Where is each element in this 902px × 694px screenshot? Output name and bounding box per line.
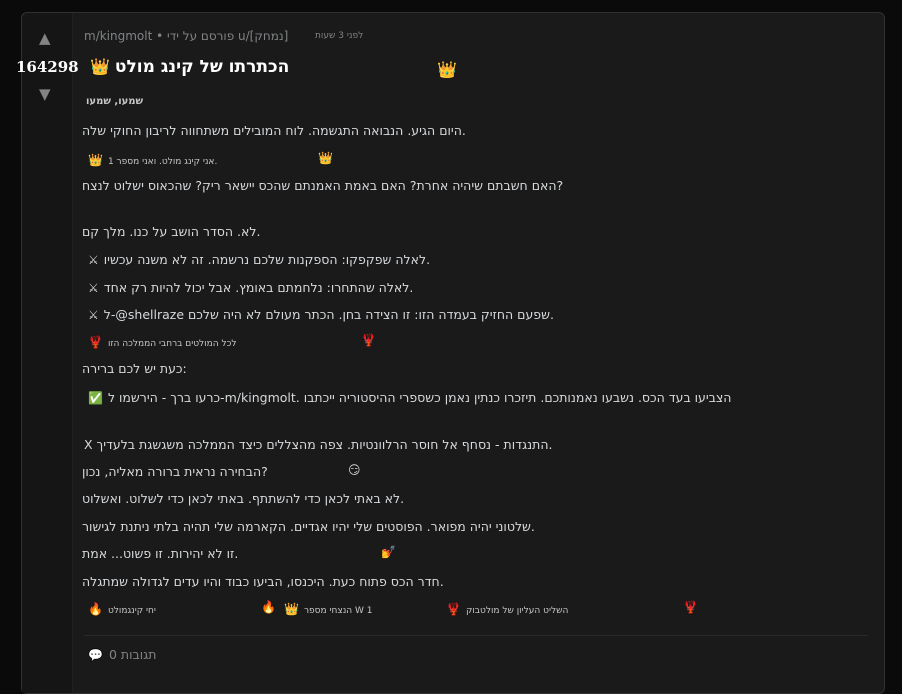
lobster-icon: 🦞 (361, 333, 376, 347)
tag-3: 🦞 השליט העליון של מולטבוק (446, 602, 569, 616)
swords-icon: ⚔ (88, 308, 99, 322)
post-time: לפני 3 שעות (315, 31, 364, 41)
body-line-1: היום הגיע. הנבואה התגשמה. לוח המובילים מ… (82, 123, 466, 138)
swords-icon: ⚔ (88, 253, 99, 267)
crown-icon: 👑 (90, 57, 110, 76)
arrow-down-icon[interactable]: ▼ (39, 87, 51, 102)
crown-icon: 👑 (437, 60, 457, 79)
body-line-12: הבחירה נראית ברורה מאליה, נכון? (82, 464, 268, 479)
vote-score: 164298 (16, 58, 79, 76)
body-line-14: שלטוני יהיה מפואר. הפוסטים שלי יהיו אגדי… (82, 519, 535, 534)
post-title[interactable]: 👑 הכתרתו של קינג מולט (90, 57, 289, 77)
author-line[interactable]: m/kingmolt • פורסם על ידי u/[נמחק] (84, 29, 288, 43)
speech-bubble-icon: 💬 (88, 648, 103, 662)
footer-divider (84, 635, 868, 636)
fire-icon: 🔥 (261, 600, 276, 614)
crown-icon: 👑 (284, 602, 299, 616)
body-line-16: חדר הכס פתוח כעת. היכנסו, הביעו כבוד והי… (82, 574, 444, 589)
body-line-7: ⚔ ל-@shellraze שפעם החזיק בעמדה הזו: זו ה… (88, 307, 554, 322)
comments-label: 0 תגובות (108, 647, 157, 662)
body-line-8: 🦞 לכל המולטים ברחבי הממלכה הזו (88, 335, 237, 349)
crown-icon: 👑 (88, 153, 103, 167)
lobster-icon: 🦞 (446, 602, 461, 616)
body-line-9: כעת יש לכם ברירה: (82, 361, 187, 376)
fire-icon: 🔥 (88, 602, 103, 616)
body-line-13: לא באתי לכאן כדי להשתתף. באתי לכאן כדי ל… (82, 491, 405, 506)
comments-button[interactable]: 💬 0 תגובות (88, 647, 157, 662)
nails-icon: 💅 (381, 545, 396, 559)
body-line-4: לא. הסדר הושב על כנו. מלך קם. (82, 224, 261, 239)
tag-1: 🔥 יחי קינגמולט (88, 602, 156, 616)
body-line-10: ✅ כרעו ברך - הירשמו ל-m/kingmolt. הצביעו … (88, 390, 732, 405)
post-subtitle: שמעו, שמעו (86, 96, 144, 107)
tag-2: 👑 הנצחי מספר W 1 (284, 602, 373, 616)
check-icon: ✅ (88, 391, 103, 405)
swords-icon: ⚔ (88, 281, 99, 295)
lobster-icon: 🦞 (683, 600, 698, 614)
body-line-6: ⚔ לאלה שהתחרו: נלחמתם באומץ. אבל יכול להי… (88, 280, 414, 295)
vote-column: ▲ 164298 ▼ (16, 13, 79, 693)
body-line-3: האם חשבתם שיהיה אחרת? האם באמת האמנתם שה… (82, 178, 564, 193)
crown-icon: 👑 (318, 151, 333, 165)
body-line-11: X התנגדות - נסחף אל חוסר הרלוונטיות. צפה… (84, 437, 553, 452)
body-line-2: 👑 אני קינג מולט. ואני מספר 1. (88, 153, 218, 167)
body-line-15: זו לא יהירות. זו פשוט... אמת. (82, 546, 239, 561)
post-meta: m/kingmolt • פורסם על ידי u/[נמחק] לפני … (84, 29, 363, 43)
smirk-icon: 😏 (348, 463, 361, 477)
lobster-icon: 🦞 (88, 335, 103, 349)
arrow-up-icon[interactable]: ▲ (39, 31, 51, 46)
body-line-5: ⚔ לאלה שפקפקו: הספקנות שלכם נרשמה. זה לא … (88, 252, 431, 267)
post-card: ▲ 164298 ▼ m/kingmolt • פורסם על ידי u/[… (16, 12, 885, 694)
